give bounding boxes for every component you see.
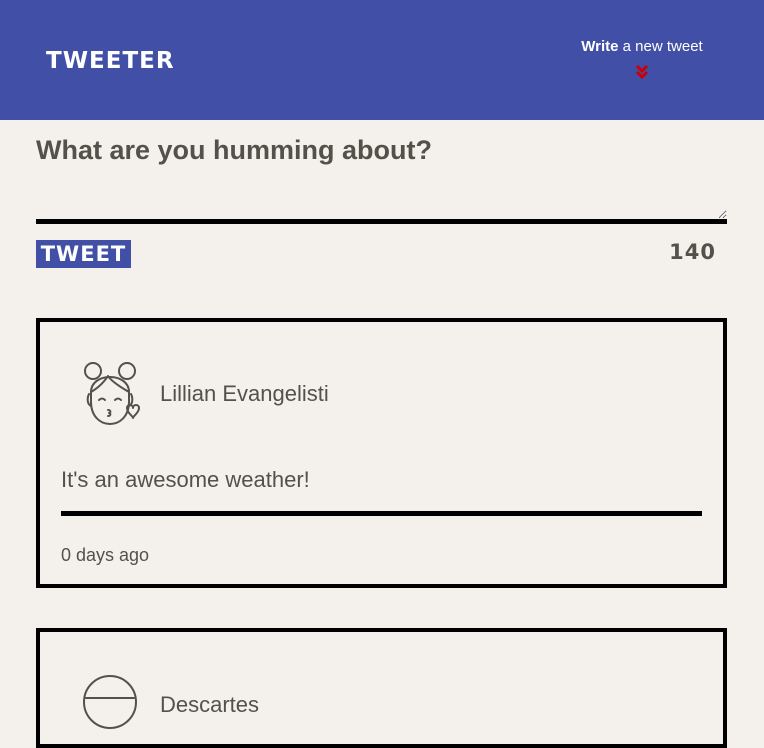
write-rest-text: a new tweet bbox=[618, 38, 703, 55]
tweet-author: Descartes bbox=[160, 692, 260, 717]
tweet-author: Lillian Evangelisti bbox=[160, 381, 329, 406]
top-nav: TWEETER Write a new tweet bbox=[0, 0, 764, 120]
tweet-card: Lillian Evangelisti It's an awesome weat… bbox=[36, 318, 727, 588]
tweet-card: Descartes bbox=[36, 628, 727, 748]
tweet-divider bbox=[61, 511, 702, 516]
person-avatar-icon bbox=[83, 675, 137, 729]
double-chevron-down-icon[interactable] bbox=[634, 64, 650, 80]
tweet-button[interactable]: TWEET bbox=[36, 240, 131, 268]
tweet-timestamp: 0 days ago bbox=[61, 545, 150, 565]
brand-logo[interactable]: TWEETER bbox=[46, 47, 175, 75]
compose-question: What are you humming about? bbox=[36, 135, 432, 165]
girl-blowing-kiss-avatar-icon bbox=[84, 362, 140, 425]
write-strong-text: Write bbox=[581, 38, 619, 55]
char-counter: 140 bbox=[669, 240, 716, 264]
write-new-tweet-link[interactable]: Write a new tweet bbox=[568, 36, 716, 58]
tweet-content: It's an awesome weather! bbox=[61, 467, 310, 492]
tweet-textarea[interactable] bbox=[36, 180, 727, 224]
